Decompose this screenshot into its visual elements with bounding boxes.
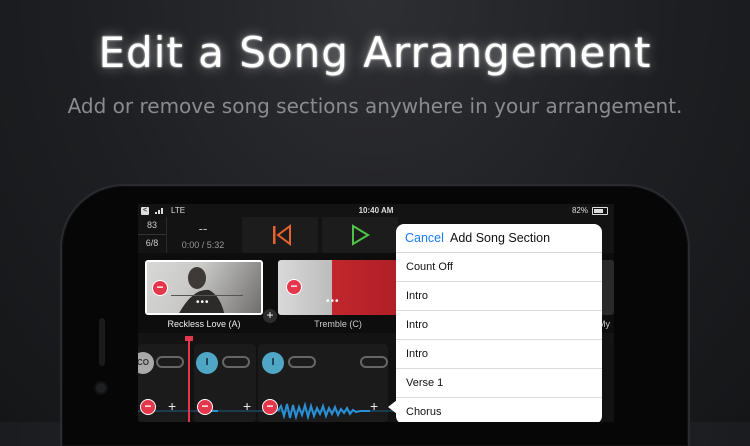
- status-time: 10:40 AM: [358, 206, 394, 215]
- skip-back-button[interactable]: [242, 217, 318, 253]
- remove-section-button[interactable]: −: [197, 399, 213, 415]
- remove-section-button[interactable]: −: [262, 399, 278, 415]
- time-signature: 6/8: [145, 238, 159, 248]
- section-option[interactable]: Intro: [396, 282, 602, 311]
- skip-back-icon: [273, 224, 291, 246]
- phone-side-button: [99, 318, 105, 366]
- app-screen: < LTE 10:40 AM 82% 83 6/8 -- 0:00 / 5:32: [138, 204, 614, 422]
- remove-section-button[interactable]: −: [286, 279, 302, 295]
- add-song-section-popover: Cancel Add Song Section Count Off Intro …: [396, 224, 602, 422]
- tempo-value: 83: [138, 217, 166, 235]
- loop-icon[interactable]: [288, 356, 316, 368]
- section-option[interactable]: Count Off: [396, 253, 602, 282]
- song-label: --: [198, 221, 208, 236]
- add-section-button[interactable]: +: [370, 398, 378, 414]
- section-marker[interactable]: I: [196, 352, 218, 374]
- loop-icon[interactable]: [156, 356, 184, 368]
- add-section-button[interactable]: +: [243, 398, 251, 414]
- popover-header: Cancel Add Song Section: [396, 224, 602, 253]
- playback-position: 0:00 / 5:32: [181, 240, 225, 250]
- remove-section-button[interactable]: −: [140, 399, 156, 415]
- play-button[interactable]: [322, 217, 398, 253]
- add-section-button[interactable]: +: [263, 309, 277, 323]
- section-card[interactable]: − •••: [145, 260, 263, 315]
- section-marker[interactable]: I: [262, 352, 284, 374]
- section-label: Reckless Love (A): [167, 319, 241, 329]
- add-section-button[interactable]: +: [168, 398, 176, 414]
- cancel-button[interactable]: Cancel: [405, 231, 444, 245]
- section-option[interactable]: Intro: [396, 311, 602, 340]
- loop-icon[interactable]: [222, 356, 250, 368]
- headline: Edit a Song Arrangement: [98, 28, 652, 77]
- song-time-box: -- 0:00 / 5:32: [168, 217, 238, 253]
- section-card[interactable]: − •••: [278, 260, 398, 315]
- more-options-icon[interactable]: •••: [196, 297, 210, 308]
- popover-title: Add Song Section: [450, 231, 551, 245]
- tempo-box[interactable]: 83 6/8: [138, 217, 167, 253]
- play-icon: [352, 224, 370, 246]
- playhead[interactable]: [188, 336, 190, 422]
- subheadline: Add or remove song sections anywhere in …: [67, 94, 683, 118]
- phone-camera: [96, 383, 106, 393]
- more-options-icon[interactable]: •••: [326, 296, 340, 307]
- remove-section-button[interactable]: −: [152, 280, 168, 296]
- section-option[interactable]: Chorus: [396, 398, 602, 422]
- section-option[interactable]: Intro: [396, 340, 602, 369]
- section-option[interactable]: Verse 1: [396, 369, 602, 398]
- battery-icon: [592, 206, 608, 215]
- section-label: Tremble (C): [314, 319, 362, 329]
- battery-percent: 82%: [571, 206, 588, 215]
- loop-icon[interactable]: [360, 356, 388, 368]
- status-bar: < LTE 10:40 AM 82%: [138, 204, 614, 217]
